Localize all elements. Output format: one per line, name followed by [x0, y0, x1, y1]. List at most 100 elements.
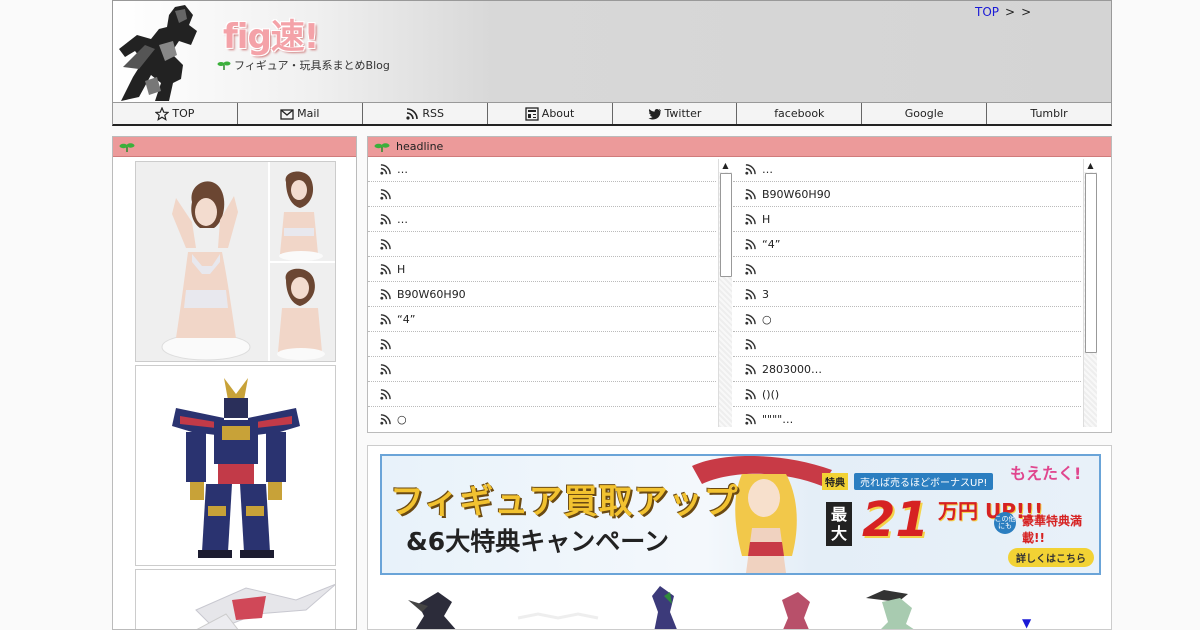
headline-row[interactable]: H: [368, 257, 716, 282]
rss-icon: [380, 188, 391, 200]
kono-badge: この他にも: [994, 512, 1016, 534]
headline-link[interactable]: B90W60H90: [762, 188, 831, 201]
bonus-badge: 売れば売るほどボーナスUP!: [854, 473, 994, 490]
mascot-logo[interactable]: [115, 5, 211, 103]
headline-row[interactable]: B90W60H90: [368, 282, 716, 307]
headline-link[interactable]: B90W60H90: [397, 288, 466, 301]
headline-column-right: … B90W60H90 H “4” 3 ○ 2803000… ()() """"… ▲: [733, 157, 1097, 427]
scroll-down-arrow[interactable]: ▼: [1022, 616, 1031, 629]
headline-column-left: … … H B90W60H90 “4” ○ ▲: [368, 157, 732, 427]
scrollbar-thumb[interactable]: [1085, 173, 1097, 353]
headline-row[interactable]: …: [368, 157, 716, 182]
headline-link[interactable]: “4”: [762, 238, 780, 251]
breadcrumb-separator: >: [1005, 5, 1016, 19]
breadcrumb: TOP > >: [975, 5, 1031, 19]
headline-row[interactable]: """"…: [733, 407, 1081, 427]
headline-panel: headline … … H B90W60H90 “4” ○ ▲ … B90W60H90 H “…: [367, 136, 1112, 433]
sidebar-header: [113, 137, 356, 157]
nav-rss[interactable]: RSS: [363, 103, 488, 124]
product-thumbnail[interactable]: [135, 365, 336, 566]
breadcrumb-top-link[interactable]: TOP: [975, 5, 999, 19]
headline-row[interactable]: …: [733, 157, 1081, 182]
product-thumbnail[interactable]: [135, 161, 336, 362]
headline-link[interactable]: ○: [762, 313, 772, 326]
nav-facebook[interactable]: facebook: [737, 103, 863, 124]
headline-link[interactable]: H: [762, 213, 770, 226]
sprout-icon: [374, 142, 390, 152]
rss-icon: [405, 107, 419, 121]
headline-link[interactable]: 3: [762, 288, 769, 301]
sidebar-panel: [112, 136, 357, 630]
headline-link[interactable]: …: [762, 163, 773, 176]
headline-row[interactable]: [368, 382, 716, 407]
headline-row[interactable]: 3: [733, 282, 1081, 307]
scroll-up-arrow[interactable]: ▲: [1084, 159, 1097, 172]
nav-tumblr[interactable]: Tumblr: [987, 103, 1111, 124]
headline-columns: … … H B90W60H90 “4” ○ ▲ … B90W60H90 H “4” 3 ○ 28030…: [368, 157, 1111, 432]
headline-title: headline: [396, 140, 444, 153]
main-nav: TOP Mail RSS About Twitter facebook Goog…: [112, 103, 1112, 126]
headline-row[interactable]: “4”: [733, 232, 1081, 257]
tagline-text: フィギュア・玩具系まとめBlog: [234, 59, 390, 72]
ad-panel: フィギュア買取アップ &6大特典キャンペーン 特典 売れば売るほどボーナスUP!…: [367, 445, 1112, 630]
scrollbar[interactable]: ▲: [718, 159, 732, 427]
headline-row[interactable]: …: [368, 207, 716, 232]
rss-icon: [745, 213, 756, 225]
nav-label: Mail: [297, 107, 320, 120]
nav-about[interactable]: About: [488, 103, 613, 124]
headline-link[interactable]: 2803000…: [762, 363, 822, 376]
rss-icon: [745, 238, 756, 250]
nav-label: RSS: [422, 107, 444, 120]
campaign-banner[interactable]: フィギュア買取アップ &6大特典キャンペーン 特典 売れば売るほどボーナスUP!…: [380, 454, 1101, 575]
headline-row[interactable]: ○: [368, 407, 716, 427]
rss-icon: [745, 413, 756, 425]
nav-google[interactable]: Google: [862, 103, 988, 124]
sprout-icon: [217, 61, 231, 70]
nav-twitter[interactable]: Twitter: [613, 103, 738, 124]
headline-row[interactable]: [368, 182, 716, 207]
max-badge: 最大: [826, 502, 852, 546]
headline-row[interactable]: ()(): [733, 382, 1081, 407]
nav-label: Twitter: [664, 107, 702, 120]
rss-icon: [745, 388, 756, 400]
rss-icon: [745, 313, 756, 325]
headline-row[interactable]: [368, 357, 716, 382]
headline-link[interactable]: “4”: [397, 313, 415, 326]
headline-row[interactable]: H: [733, 207, 1081, 232]
rss-icon: [380, 213, 391, 225]
headline-row[interactable]: ○: [733, 307, 1081, 332]
headline-row[interactable]: [733, 332, 1081, 357]
nav-mail[interactable]: Mail: [238, 103, 363, 124]
scrollbar[interactable]: ▲: [1083, 159, 1097, 427]
headline-link[interactable]: ○: [397, 413, 407, 426]
headline-row[interactable]: B90W60H90: [733, 182, 1081, 207]
headline-row[interactable]: 2803000…: [733, 357, 1081, 382]
product-figures-strip: [408, 586, 914, 629]
rss-icon: [745, 263, 756, 275]
headline-row[interactable]: [368, 232, 716, 257]
headline-row[interactable]: “4”: [368, 307, 716, 332]
headline-link[interactable]: ()(): [762, 388, 779, 401]
rss-icon: [380, 238, 391, 250]
twitter-icon: [648, 107, 662, 121]
rss-icon: [380, 163, 391, 175]
headline-row[interactable]: [368, 332, 716, 357]
headline-link[interactable]: H: [397, 263, 405, 276]
details-button[interactable]: 詳しくはこちら: [1008, 548, 1094, 567]
rss-icon: [745, 338, 756, 350]
tokuten-text: 豪華特典満載!!: [1022, 514, 1083, 545]
site-title[interactable]: fig速!: [223, 9, 319, 58]
mail-icon: [280, 107, 294, 121]
product-thumbnail[interactable]: [135, 569, 336, 629]
rss-icon: [745, 188, 756, 200]
nav-label: About: [541, 107, 575, 120]
scroll-up-arrow[interactable]: ▲: [719, 159, 732, 172]
scrollbar-thumb[interactable]: [720, 173, 732, 277]
headline-link[interactable]: …: [397, 213, 408, 226]
headline-row[interactable]: [733, 257, 1081, 282]
breadcrumb-separator: >: [1021, 5, 1032, 19]
nav-top[interactable]: TOP: [113, 103, 238, 124]
headline-link[interactable]: """"…: [762, 413, 793, 426]
tagline: フィギュア・玩具系まとめBlog: [217, 57, 390, 73]
headline-link[interactable]: …: [397, 163, 408, 176]
